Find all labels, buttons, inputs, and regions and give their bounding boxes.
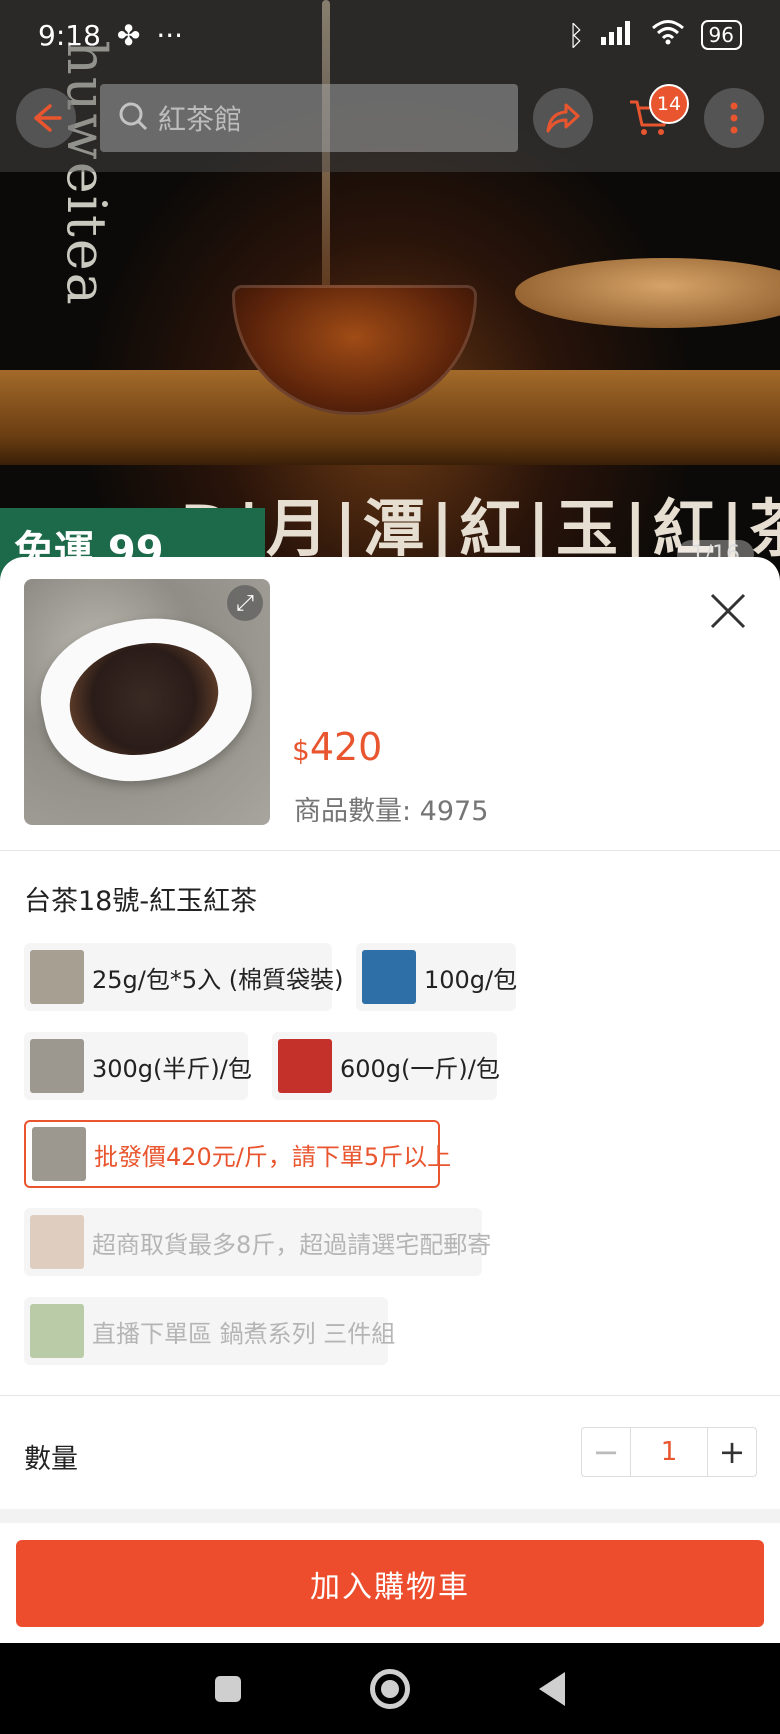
divider — [0, 850, 780, 851]
variant-option-disabled: 直播下單區 鍋煮系列 三件組 — [24, 1297, 395, 1365]
quantity-label: 數量 — [24, 1444, 78, 1475]
increment-button[interactable]: + — [708, 1428, 756, 1476]
decrement-button[interactable]: − — [582, 1428, 630, 1476]
product-thumbnail[interactable]: ⤢ — [24, 579, 270, 825]
variant-option[interactable]: 300g(半斤)/包 — [24, 1032, 252, 1100]
status-bar: 9:18 ✤ ··· ᛒ 96 — [0, 0, 780, 70]
battery-icon: 96 — [700, 20, 742, 50]
back-icon[interactable] — [539, 1671, 566, 1706]
wifi-icon — [651, 19, 685, 52]
variant-thumb — [30, 1039, 84, 1093]
variant-option-selected[interactable]: 批發價420元/斤，請下單5斤以上 — [24, 1120, 451, 1188]
quantity-stepper: − 1 + — [581, 1427, 757, 1477]
recents-icon[interactable] — [214, 1675, 241, 1702]
back-arrow-icon[interactable] — [16, 88, 76, 148]
status-time: 9:18 — [38, 18, 101, 52]
variant-option[interactable]: 600g(一斤)/包 — [272, 1032, 500, 1100]
search-placeholder: 紅茶館 — [158, 103, 243, 136]
cart-count-badge: 14 — [649, 84, 689, 124]
variant-label: 直播下單區 鍋煮系列 三件組 — [92, 1319, 396, 1348]
variant-label: 批發價420元/斤，請下單5斤以上 — [94, 1142, 452, 1171]
variant-label: 100g/包 — [424, 965, 518, 994]
variant-thumb — [278, 1039, 332, 1093]
variant-thumb — [30, 1304, 84, 1358]
price: $420 — [292, 725, 382, 769]
share-icon[interactable] — [533, 88, 593, 148]
variant-label: 25g/包*5入 (棉質袋裝) — [92, 965, 344, 994]
pinwheel-icon: ✤ — [116, 18, 141, 52]
variant-thumb — [30, 950, 84, 1004]
price-currency: $ — [292, 734, 310, 767]
variant-thumb — [362, 950, 416, 1004]
search-input[interactable]: 紅茶館 — [100, 84, 518, 152]
price-value: 420 — [309, 725, 383, 769]
variant-label: 超商取貨最多8斤，超過請選宅配郵寄 — [92, 1230, 492, 1259]
variant-group-title: 台茶18號-紅玉紅茶 — [24, 886, 258, 917]
more-icon[interactable] — [704, 88, 764, 148]
variant-selection-sheet: ⤢ $420 商品數量: 4975 台茶18號-紅玉紅茶 25g/包*5入 (棉… — [0, 557, 780, 1643]
expand-icon[interactable]: ⤢ — [227, 585, 263, 621]
bluetooth-icon: ᛒ — [567, 18, 585, 52]
stock-quantity: 商品數量: 4975 — [294, 796, 489, 827]
variant-option[interactable]: 100g/包 — [356, 943, 518, 1011]
variant-option-disabled: 超商取貨最多8斤，超過請選宅配郵寄 — [24, 1208, 491, 1276]
variant-option[interactable]: 25g/包*5入 (棉質袋裝) — [24, 943, 343, 1011]
system-nav-bar — [0, 1643, 780, 1734]
variant-thumb — [30, 1215, 84, 1269]
home-icon[interactable] — [369, 1668, 410, 1709]
divider — [0, 1395, 780, 1396]
signal-icon — [600, 19, 635, 52]
variant-label: 600g(一斤)/包 — [340, 1054, 500, 1083]
quantity-value[interactable]: 1 — [630, 1428, 708, 1476]
close-icon[interactable] — [702, 585, 754, 637]
add-to-cart-button[interactable]: 加入購物車 — [16, 1540, 764, 1627]
section-gap — [0, 1509, 780, 1523]
variant-thumb — [32, 1127, 86, 1181]
search-icon — [118, 101, 148, 135]
status-dots: ··· — [156, 18, 184, 52]
variant-label: 300g(半斤)/包 — [92, 1054, 252, 1083]
hero-plate — [515, 258, 780, 328]
